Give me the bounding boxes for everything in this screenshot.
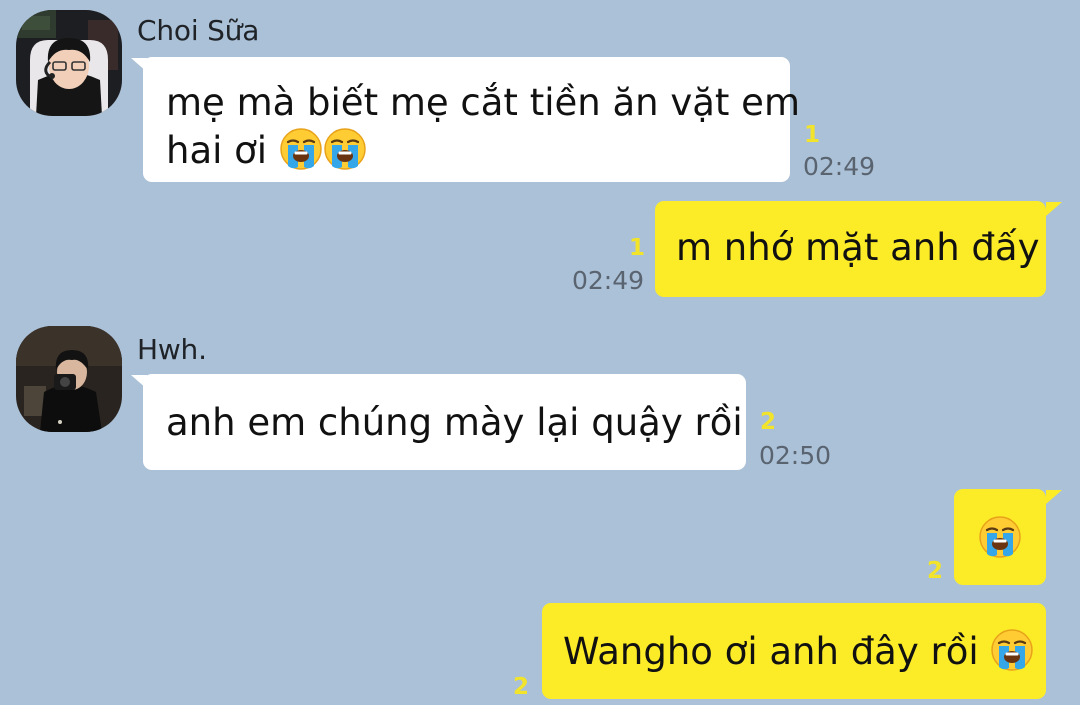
unread-count: 2 (927, 558, 944, 584)
loudly-crying-face-emoji (279, 127, 323, 171)
bubble-tail (1046, 202, 1062, 216)
unread-count: 1 (804, 122, 821, 148)
message-text-line: mẹ mà biết mẹ cắt tiền ăn vặt em (166, 81, 800, 124)
sender-avatar-choi-sua[interactable] (16, 10, 122, 116)
message-bubble[interactable]: m nhớ mặt anh đấy (655, 201, 1046, 297)
avatar-photo (16, 10, 122, 116)
loudly-crying-face-emoji (990, 628, 1034, 672)
message-bubble[interactable]: anh em chúng mày lại quậy rồi (143, 374, 746, 470)
unread-count: 1 (629, 235, 646, 261)
message-bubble[interactable]: Wangho ơi anh đây rồi (542, 603, 1046, 699)
unread-count: 2 (513, 674, 530, 700)
message-timestamp: 02:49 (803, 152, 876, 181)
sender-name: Choi Sữa (137, 14, 260, 47)
sender-avatar-hwh[interactable] (16, 326, 122, 432)
message-text: anh em chúng mày lại quậy rồi (166, 401, 743, 444)
message-timestamp: 02:50 (759, 441, 832, 470)
loudly-crying-face-emoji (323, 127, 367, 171)
message-text: m nhớ mặt anh đấy (676, 226, 1040, 269)
loudly-crying-face-emoji (978, 515, 1022, 559)
bubble-tail (1046, 490, 1062, 504)
unread-count: 2 (760, 409, 777, 435)
sender-name: Hwh. (137, 333, 207, 366)
message-text-line-2: hai ơi (166, 127, 790, 175)
message-bubble[interactable] (954, 489, 1046, 585)
message-timestamp: 02:49 (572, 266, 645, 295)
message-text-line: Wangho ơi anh đây rồi (563, 628, 1046, 676)
avatar-photo (16, 326, 122, 432)
message-bubble[interactable]: mẹ mà biết mẹ cắt tiền ăn vặt em hai ơi (143, 57, 800, 182)
